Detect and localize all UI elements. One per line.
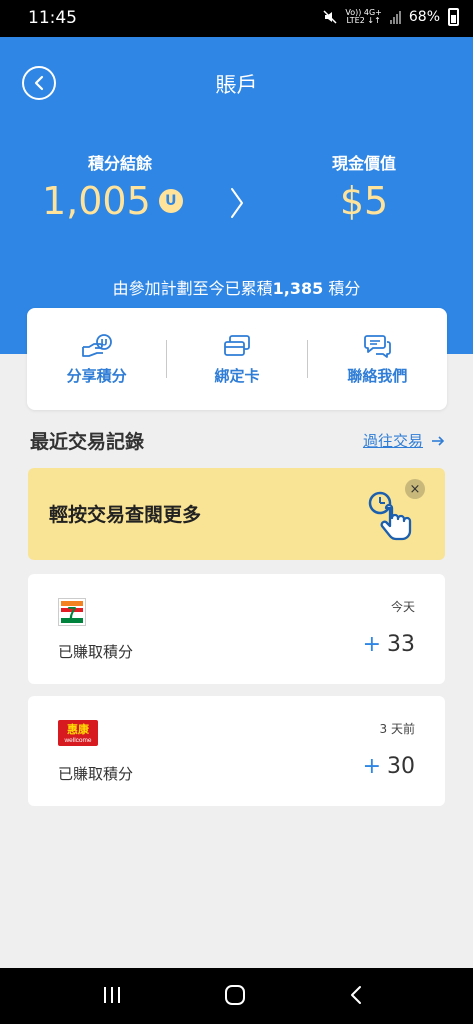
battery-icon — [448, 8, 459, 26]
svg-text:惠康: 惠康 — [67, 722, 90, 736]
past-transactions-label: 過往交易 — [362, 432, 423, 450]
status-icons: Vo)) 4G+ LTE2 ↓↑ 68% — [323, 8, 459, 26]
points-balance-value: 1,005 — [42, 179, 151, 223]
share-points-label: 分享積分 — [66, 366, 127, 385]
transaction-label: 已賺取積分 — [58, 643, 134, 661]
signal-icon — [389, 10, 401, 24]
status-bar: 11:45 Vo)) 4G+ LTE2 ↓↑ 68% — [0, 0, 473, 37]
bind-card-button[interactable]: 綁定卡 — [167, 333, 306, 386]
back-nav-icon[interactable] — [348, 984, 364, 1006]
transaction-points: +30 — [362, 754, 415, 779]
chevron-right-icon[interactable] — [228, 185, 246, 221]
quick-actions-card: U 分享積分 綁定卡 聯絡我們 — [27, 308, 447, 410]
battery-percent: 68% — [408, 9, 440, 25]
svg-text:wellcome: wellcome — [63, 737, 91, 744]
accumulated-points-text: 由參加計劃至今已累積1,385 積分 — [112, 279, 361, 298]
bind-card-icon — [224, 334, 250, 356]
account-header: 賬戶 積分結餘 1,005 U 現金價值 $5 由參加計劃至今已累積1,385 … — [0, 37, 473, 354]
arrow-right-icon — [432, 435, 445, 446]
recent-transactions-title: 最近交易記錄 — [30, 431, 145, 453]
mute-icon — [323, 10, 337, 24]
system-nav-bar — [0, 968, 473, 1024]
transaction-card[interactable]: 7 已賺取積分 今天 +33 — [28, 574, 445, 684]
transaction-points: +33 — [362, 632, 415, 657]
cash-value: $5 — [339, 179, 389, 223]
tip-text: 輕按交易查閱更多 — [49, 504, 202, 526]
contact-us-label: 聯絡我們 — [347, 366, 408, 385]
accumulated-points-value: 1,385 — [272, 279, 324, 298]
transaction-label: 已賺取積分 — [58, 765, 134, 783]
points-balance[interactable]: 1,005 U — [42, 179, 183, 223]
tap-tip-banner: 輕按交易查閱更多 × — [28, 468, 445, 560]
share-points-button[interactable]: U 分享積分 — [27, 333, 166, 386]
u-points-icon: U — [158, 189, 183, 213]
network-indicator: Vo)) 4G+ LTE2 ↓↑ — [345, 8, 382, 25]
svg-text:U: U — [100, 338, 107, 348]
wellcome-logo: 惠康 wellcome — [58, 720, 98, 746]
bind-card-label: 綁定卡 — [214, 366, 260, 385]
home-icon[interactable] — [223, 984, 247, 1006]
tap-hand-icon — [368, 491, 412, 541]
cash-value-label: 現金價值 — [331, 154, 396, 173]
7-eleven-logo: 7 — [58, 598, 86, 626]
past-transactions-link[interactable]: 過往交易 — [363, 430, 445, 451]
contact-us-button[interactable]: 聯絡我們 — [308, 333, 447, 386]
transaction-date: 今天 — [390, 600, 415, 614]
recent-apps-icon[interactable] — [101, 984, 123, 1006]
points-balance-label: 積分結餘 — [87, 154, 152, 173]
contact-us-icon — [364, 334, 392, 358]
transaction-date: 3 天前 — [379, 722, 415, 736]
svg-text:7: 7 — [68, 605, 77, 622]
status-time: 11:45 — [28, 8, 77, 28]
transaction-card[interactable]: 惠康 wellcome 已賺取積分 3 天前 +30 — [28, 696, 445, 806]
page-title: 賬戶 — [215, 73, 258, 97]
share-points-icon: U — [81, 333, 112, 357]
